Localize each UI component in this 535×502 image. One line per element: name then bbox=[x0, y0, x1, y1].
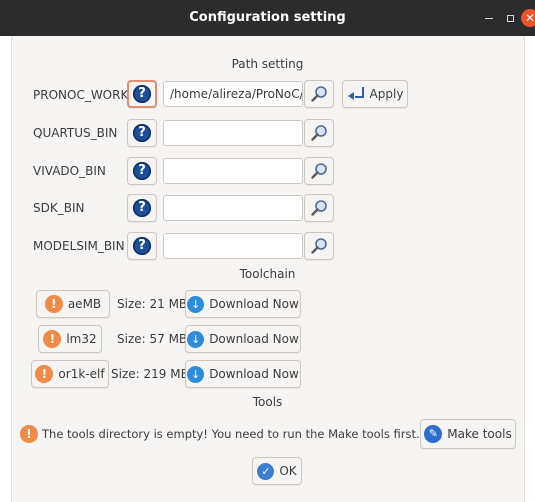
download-icon: ↓ bbox=[187, 295, 205, 313]
toolchain-size: Size: 57 MB bbox=[117, 332, 188, 346]
modelsim-bin-label: MODELSIM_BIN bbox=[33, 239, 125, 253]
magnifier-icon bbox=[311, 200, 327, 216]
close-button[interactable]: ✕ bbox=[521, 9, 535, 27]
download-label: Download Now bbox=[209, 332, 299, 346]
window-title: Configuration setting bbox=[189, 10, 346, 25]
tools-heading: Tools bbox=[252, 395, 283, 409]
modelsim-bin-path-input[interactable] bbox=[163, 233, 303, 259]
ok-label: OK bbox=[279, 464, 297, 478]
download-or1k-elf-button[interactable]: ↓ Download Now bbox=[185, 360, 301, 388]
download-aemb-button[interactable]: ↓ Download Now bbox=[185, 290, 301, 318]
download-label: Download Now bbox=[209, 297, 299, 311]
download-label: Download Now bbox=[209, 367, 299, 381]
maximize-button[interactable] bbox=[501, 9, 519, 27]
help-icon: ? bbox=[133, 124, 151, 142]
magnifier-icon bbox=[311, 238, 327, 254]
magnifier-icon bbox=[311, 163, 327, 179]
toolchain-heading: Toolchain bbox=[239, 267, 296, 281]
apply-label: Apply bbox=[369, 87, 404, 101]
modelsim-bin-help-button[interactable]: ? bbox=[127, 232, 157, 260]
make-tools-label: Make tools bbox=[447, 427, 512, 441]
path-setting-heading: Path setting bbox=[231, 57, 304, 71]
toolchain-lm32-button[interactable]: ! lm32 bbox=[38, 325, 102, 353]
pronoc-work-label: PRONOC_WORK bbox=[33, 88, 129, 102]
magnifier-icon bbox=[311, 86, 327, 102]
download-icon: ↓ bbox=[187, 365, 205, 383]
apply-arrow-icon bbox=[347, 87, 365, 101]
sdk-bin-help-button[interactable]: ? bbox=[127, 194, 157, 222]
sdk-bin-path-input[interactable] bbox=[163, 195, 303, 221]
vivado-bin-path-input[interactable] bbox=[163, 158, 303, 184]
window-titlebar[interactable]: Configuration setting ✕ bbox=[0, 0, 535, 36]
warning-icon: ! bbox=[43, 330, 62, 348]
quartus-bin-path-input[interactable] bbox=[163, 120, 303, 146]
tools-warning-icon-wrap: ! bbox=[20, 425, 38, 443]
modelsim-bin-browse-button[interactable] bbox=[304, 232, 334, 260]
help-icon: ? bbox=[133, 237, 151, 255]
pronoc-work-help-button[interactable]: ? bbox=[127, 80, 157, 108]
quartus-bin-label: QUARTUS_BIN bbox=[33, 126, 118, 140]
quartus-bin-help-button[interactable]: ? bbox=[127, 119, 157, 147]
toolchain-name: or1k-elf bbox=[58, 367, 105, 381]
warning-icon: ! bbox=[20, 425, 38, 443]
toolchain-name: lm32 bbox=[66, 332, 97, 346]
toolchain-aemb-button[interactable]: ! aeMB bbox=[36, 290, 110, 318]
apply-button[interactable]: Apply bbox=[342, 80, 408, 108]
help-icon: ? bbox=[133, 199, 151, 217]
magnifier-icon bbox=[311, 125, 327, 141]
warning-icon: ! bbox=[44, 295, 63, 313]
quartus-bin-browse-button[interactable] bbox=[304, 119, 334, 147]
toolchain-name: aeMB bbox=[67, 297, 102, 311]
download-lm32-button[interactable]: ↓ Download Now bbox=[185, 325, 301, 353]
toolchain-size: Size: 219 MB bbox=[111, 367, 189, 381]
close-icon: ✕ bbox=[524, 11, 535, 25]
wrench-icon: ✎ bbox=[424, 425, 443, 443]
maximize-icon bbox=[506, 15, 514, 22]
check-icon: ✓ bbox=[257, 462, 275, 480]
vivado-bin-help-button[interactable]: ? bbox=[127, 157, 157, 185]
make-tools-button[interactable]: ✎ Make tools bbox=[420, 419, 516, 449]
help-icon: ? bbox=[133, 162, 151, 180]
toolchain-or1k-elf-button[interactable]: ! or1k-elf bbox=[31, 360, 109, 388]
vivado-bin-label: VIVADO_BIN bbox=[33, 164, 106, 178]
sdk-bin-label: SDK_BIN bbox=[33, 201, 85, 215]
vivado-bin-browse-button[interactable] bbox=[304, 157, 334, 185]
pronoc-work-path-input[interactable]: /home/alireza/ProNoC/ bbox=[163, 81, 303, 107]
tools-empty-message: The tools directory is empty! You need t… bbox=[42, 427, 420, 441]
toolchain-size: Size: 21 MB bbox=[117, 297, 188, 311]
ok-button[interactable]: ✓ OK bbox=[252, 457, 302, 485]
download-icon: ↓ bbox=[187, 330, 205, 348]
help-icon: ? bbox=[133, 85, 151, 103]
minimize-icon bbox=[485, 18, 493, 19]
minimize-button[interactable] bbox=[480, 9, 498, 27]
pronoc-work-browse-button[interactable] bbox=[304, 80, 334, 108]
warning-icon: ! bbox=[35, 365, 54, 383]
sdk-bin-browse-button[interactable] bbox=[304, 194, 334, 222]
